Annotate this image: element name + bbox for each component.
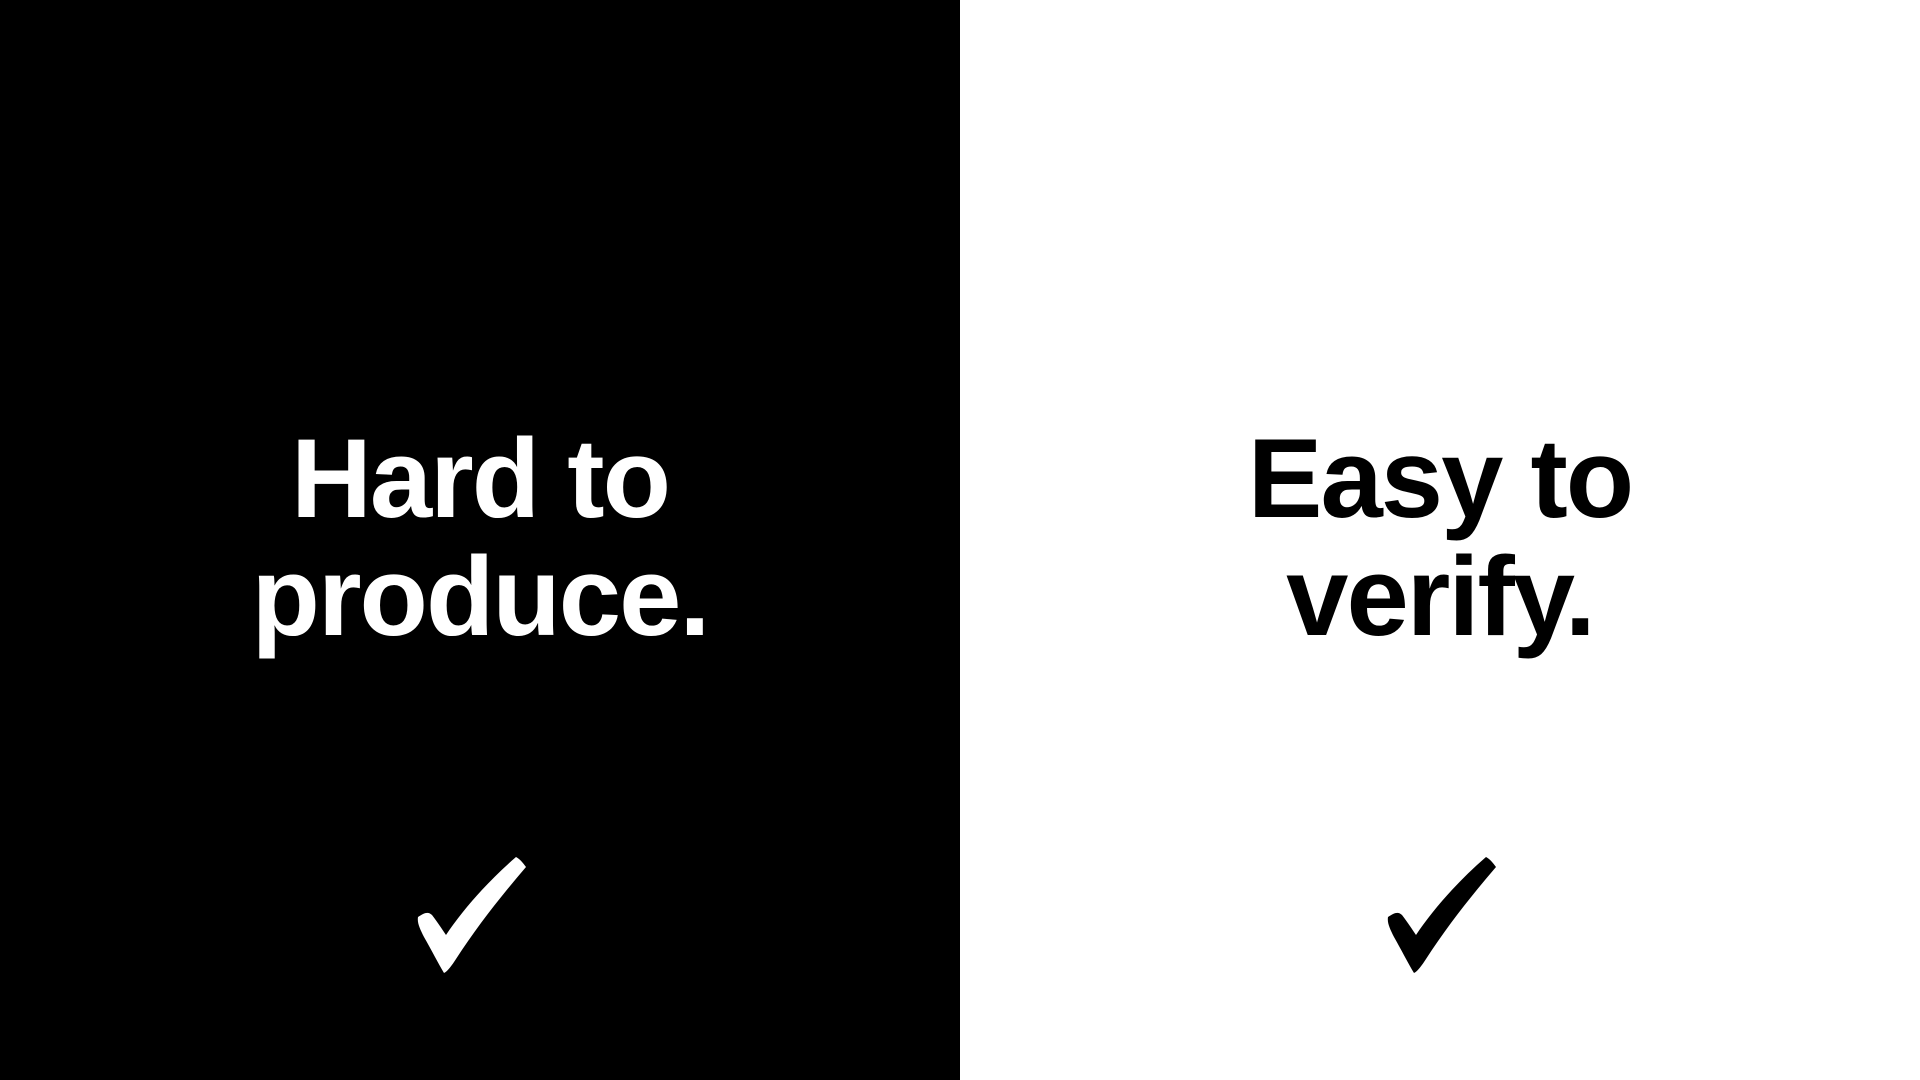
left-headline: Hard to produce. (0, 420, 960, 656)
checkmark-icon (417, 857, 526, 973)
right-headline-line-2: verify. (1286, 534, 1596, 659)
checkmark-icon (1387, 857, 1496, 973)
right-headline-line-1: Easy to (1247, 416, 1634, 541)
left-headline-line-1: Hard to (291, 416, 671, 541)
right-panel: Easy to verify. (960, 0, 1920, 1080)
right-headline: Easy to verify. (960, 420, 1920, 656)
left-panel: Hard to produce. (0, 0, 960, 1080)
left-headline-line-2: produce. (251, 534, 711, 659)
